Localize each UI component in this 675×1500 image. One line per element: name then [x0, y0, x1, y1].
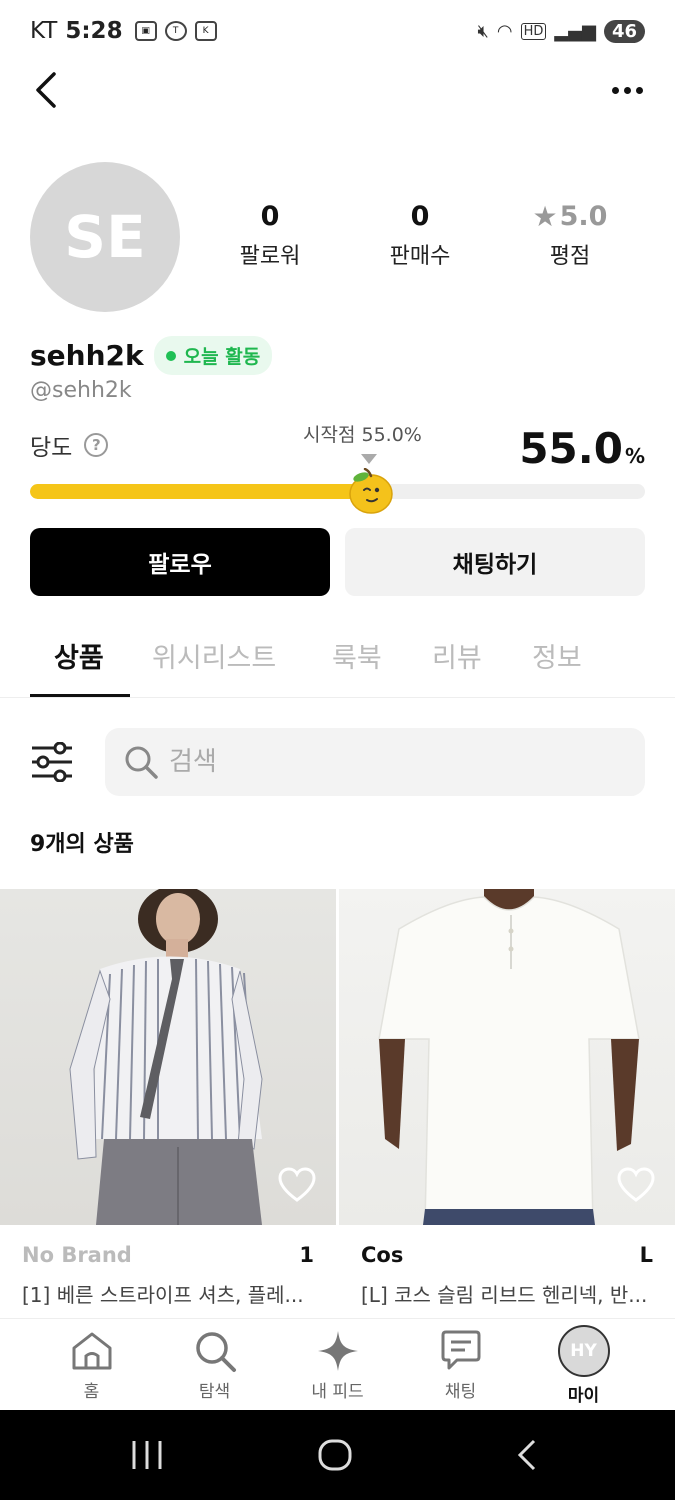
- nav-my-label: 마이: [567, 1386, 600, 1406]
- chat-icon: [441, 1330, 480, 1370]
- top-bar: [0, 62, 675, 118]
- carrier-label: KT: [30, 18, 58, 44]
- activity-badge-label: 오늘 활동: [183, 346, 261, 368]
- product-meta: Cos L [L] 코스 슬림 리브드 헨리넥, 반...: [339, 1225, 675, 1308]
- tab-lookbook[interactable]: 룩북: [332, 636, 382, 675]
- product-card[interactable]: No Brand 1 [1] 베른 스트라이프 셔츠, 플레...: [0, 889, 336, 1308]
- tab-info[interactable]: 정보: [532, 636, 582, 675]
- username: sehh2k: [30, 339, 144, 372]
- filter-button[interactable]: [30, 741, 74, 783]
- nav-chat-label: 채팅: [444, 1382, 477, 1402]
- home-icon: [72, 1332, 111, 1370]
- stat-followers[interactable]: 0 팔로워: [195, 198, 345, 270]
- product-count: 9개의 상품: [30, 832, 134, 857]
- active-dot-icon: [165, 350, 176, 361]
- heart-icon[interactable]: [617, 1167, 655, 1203]
- rating-value-wrap: ★ 5.0: [495, 198, 645, 234]
- status-bar: KT 5:28 ▣ T K 🔇︎ ◠ HD ▂▄▆ 46: [0, 0, 675, 62]
- wifi-icon: ◠: [496, 20, 513, 42]
- product-brand: Cos: [361, 1243, 404, 1267]
- tab-products[interactable]: 상품: [54, 636, 104, 675]
- nav-explore-label: 탐색: [198, 1382, 231, 1402]
- search-icon: [125, 746, 158, 779]
- chevron-left-icon: [36, 72, 56, 108]
- nav-explore[interactable]: 탐색: [153, 1319, 276, 1410]
- signal-icon: ▂▄▆: [554, 20, 596, 42]
- sales-count: 0: [410, 200, 430, 232]
- system-navigation-bar: [0, 1410, 675, 1500]
- product-meta: No Brand 1 [1] 베른 스트라이프 셔츠, 플레...: [0, 1225, 336, 1308]
- profile-tabs: 상품 위시리스트 룩북 리뷰 정보: [0, 618, 675, 698]
- nav-my-feed[interactable]: 내 피드: [276, 1319, 399, 1410]
- back-button[interactable]: [30, 70, 66, 110]
- tab-wishlist[interactable]: 위시리스트: [152, 636, 276, 675]
- sweetness-value: 55.0: [519, 424, 623, 473]
- more-button[interactable]: [609, 78, 645, 102]
- star-icon: ★: [532, 199, 558, 233]
- mute-icon: 🔇︎: [477, 20, 489, 42]
- profile-actions: 팔로우 채팅하기: [30, 528, 645, 596]
- back-nav-icon[interactable]: [512, 1435, 542, 1475]
- tab-reviews[interactable]: 리뷰: [432, 636, 482, 675]
- more-icon: [611, 86, 619, 94]
- product-grid: No Brand 1 [1] 베른 스트라이프 셔츠, 플레... Cos L …: [0, 889, 675, 1308]
- talk-icon: T: [164, 21, 187, 41]
- nav-home[interactable]: 홈: [30, 1319, 153, 1410]
- product-size: L: [639, 1243, 653, 1267]
- avatar: HY: [557, 1325, 610, 1377]
- nav-my-feed-label: 내 피드: [311, 1382, 364, 1402]
- follow-button[interactable]: 팔로우: [30, 528, 330, 596]
- followers-label: 팔로워: [239, 244, 301, 269]
- product-image[interactable]: [339, 889, 675, 1225]
- sweetness-header: 당도 ?: [30, 428, 109, 462]
- hd-icon: HD: [520, 22, 547, 40]
- activity-badge: 오늘 활동: [153, 336, 273, 375]
- clock: 5:28: [65, 18, 123, 44]
- rating-value: 5.0: [559, 200, 608, 232]
- help-icon[interactable]: ?: [84, 433, 109, 457]
- start-marker-icon: [361, 454, 377, 464]
- nav-home-label: 홈: [83, 1382, 100, 1402]
- sweetness-bar: [30, 484, 645, 499]
- sweetness-unit: %: [624, 444, 645, 468]
- nav-my[interactable]: HY 마이: [522, 1319, 645, 1410]
- rating-label: 평점: [549, 244, 591, 269]
- search-icon: [195, 1332, 236, 1372]
- product-size: 1: [299, 1243, 314, 1267]
- sales-label: 판매수: [389, 244, 451, 269]
- filter-sliders-icon: [32, 741, 72, 783]
- product-title: [L] 코스 슬림 리브드 헨리넥, 반...: [361, 1283, 648, 1307]
- notification-icon: K: [194, 21, 217, 41]
- screenshot-icon: ▣: [134, 21, 157, 41]
- product-title: [1] 베른 스트라이프 셔츠, 플레...: [22, 1283, 304, 1307]
- followers-count: 0: [260, 200, 280, 232]
- username-row: sehh2k 오늘 활동: [30, 336, 273, 375]
- stat-rating[interactable]: ★ 5.0 평점: [495, 198, 645, 270]
- home-nav-icon[interactable]: [316, 1435, 356, 1475]
- search-input[interactable]: [169, 747, 609, 777]
- active-tab-indicator: [30, 694, 130, 697]
- profile-stats: 0 팔로워 0 판매수 ★ 5.0 평점: [195, 198, 645, 270]
- chat-button[interactable]: 채팅하기: [345, 528, 645, 596]
- recent-apps-icon[interactable]: [130, 1435, 164, 1475]
- nav-chat[interactable]: 채팅: [399, 1319, 522, 1410]
- profile-avatar: SE: [30, 162, 180, 312]
- stat-sales: 0 판매수: [345, 198, 495, 270]
- sweetness-label: 당도: [30, 435, 73, 461]
- search-bar[interactable]: [105, 728, 645, 796]
- bottom-navigation: 홈 탐색 내 피드 채팅 HY 마이: [0, 1318, 675, 1410]
- battery-indicator: 46: [603, 19, 645, 43]
- sparkle-icon: [317, 1331, 358, 1371]
- sweetness-score: 55.0 %: [519, 424, 645, 473]
- product-image[interactable]: [0, 889, 336, 1225]
- user-handle: @sehh2k: [30, 378, 132, 403]
- apple-emoji-icon: [349, 468, 393, 514]
- product-brand: No Brand: [22, 1243, 132, 1267]
- heart-icon[interactable]: [278, 1167, 316, 1203]
- product-card[interactable]: Cos L [L] 코스 슬림 리브드 헨리넥, 반...: [339, 889, 675, 1308]
- sweetness-bar-fill: [30, 484, 369, 499]
- start-point-label: 시작점 55.0%: [303, 424, 422, 446]
